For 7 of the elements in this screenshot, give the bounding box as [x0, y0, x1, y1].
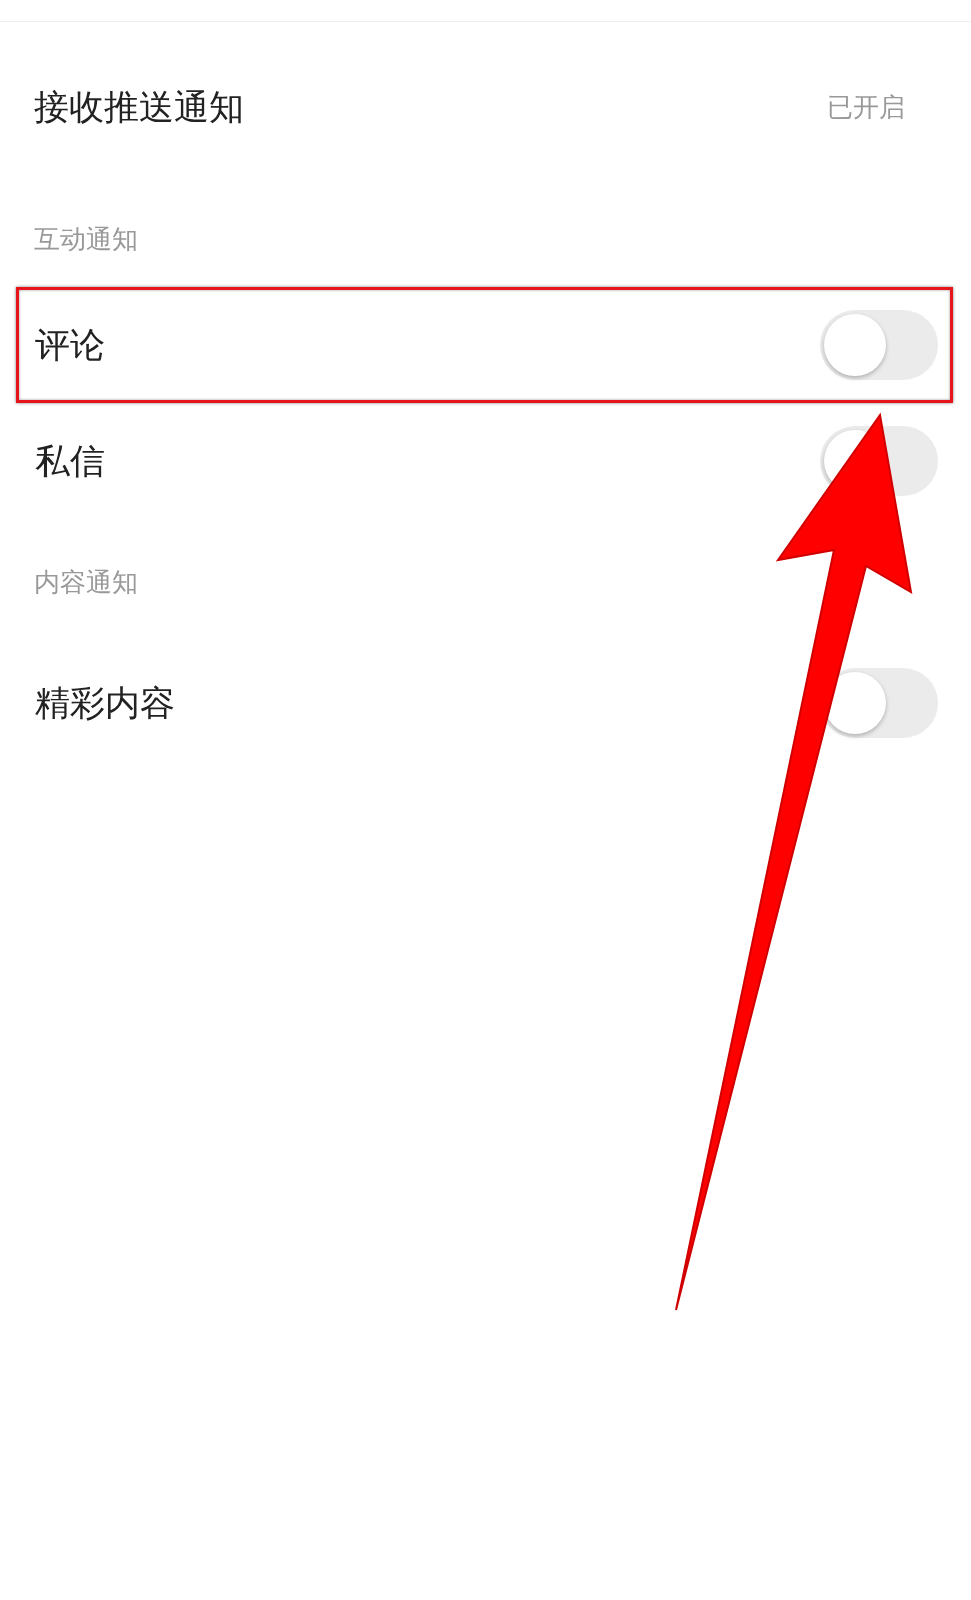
setting-label: 评论 — [35, 323, 105, 367]
section-title: 内容通知 — [34, 565, 138, 599]
setting-label: 私信 — [35, 439, 105, 483]
setting-value: 已开启 — [827, 90, 905, 124]
setting-label: 精彩内容 — [35, 681, 175, 725]
section-title: 互动通知 — [34, 223, 138, 256]
setting-label: 接收推送通知 — [34, 85, 244, 129]
